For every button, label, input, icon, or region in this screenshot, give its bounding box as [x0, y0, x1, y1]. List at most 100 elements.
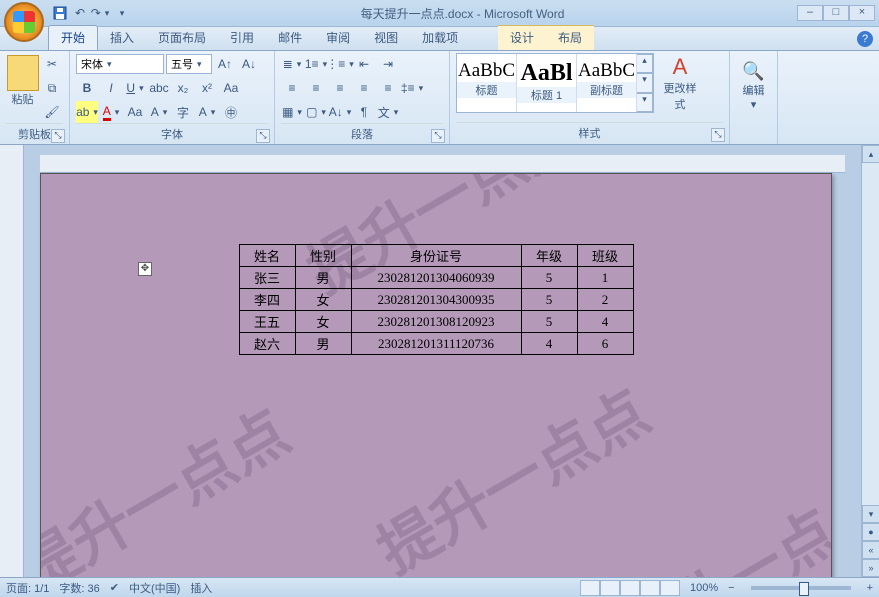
- align-left-button[interactable]: ≡: [281, 77, 303, 99]
- document-viewport[interactable]: 提升一点点 提升一点点 提升一点点 提升一点点 ✥ 姓名 性别 身份证号 年级 …: [24, 145, 861, 577]
- paste-button[interactable]: 粘贴: [6, 53, 39, 107]
- header-id[interactable]: 身份证号: [351, 245, 521, 267]
- qat-more-icon[interactable]: [112, 5, 128, 21]
- change-case-button[interactable]: Aa: [124, 101, 146, 123]
- zoom-out-button[interactable]: −: [728, 582, 734, 594]
- help-icon[interactable]: ?: [857, 31, 873, 47]
- underline-button[interactable]: U: [124, 77, 146, 99]
- zoom-level[interactable]: 100%: [690, 582, 718, 594]
- header-class[interactable]: 班级: [577, 245, 633, 267]
- tab-references[interactable]: 引用: [218, 26, 266, 50]
- minimize-button[interactable]: –: [797, 5, 823, 21]
- styles-gallery[interactable]: AaBbC标题 AaBl标题 1 AaBbC副标题 ▴▾▾: [456, 53, 654, 113]
- bullets-button[interactable]: ≣: [281, 53, 303, 75]
- font-family-select[interactable]: 宋体: [76, 54, 164, 74]
- vertical-ruler[interactable]: [0, 145, 24, 577]
- dialog-launcher-icon[interactable]: ⤡: [711, 128, 725, 142]
- table-move-handle-icon[interactable]: ✥: [138, 262, 152, 276]
- format-painter-icon[interactable]: 🖌: [41, 101, 63, 123]
- multilevel-list-button[interactable]: ⋮≡: [329, 53, 351, 75]
- next-page-icon[interactable]: »: [862, 559, 879, 577]
- cut-icon[interactable]: ✂: [41, 53, 63, 75]
- tab-addins[interactable]: 加载项: [410, 26, 470, 50]
- strike-button[interactable]: abc: [148, 77, 170, 99]
- copy-icon[interactable]: ⧉: [41, 77, 63, 99]
- show-marks-button[interactable]: ¶: [353, 101, 375, 123]
- phonetic-guide-button[interactable]: 字: [172, 101, 194, 123]
- char-shading-button[interactable]: A: [196, 101, 218, 123]
- restore-button[interactable]: □: [823, 5, 849, 21]
- distribute-button[interactable]: ≡: [377, 77, 399, 99]
- change-styles-button[interactable]: A 更改样式: [660, 54, 700, 112]
- grow-font-icon[interactable]: A↑: [214, 53, 236, 75]
- font-size-select[interactable]: 五号: [166, 54, 212, 74]
- header-gender[interactable]: 性别: [295, 245, 351, 267]
- text-direction-button[interactable]: 文: [377, 101, 399, 123]
- table-row: 姓名 性别 身份证号 年级 班级: [239, 245, 633, 267]
- italic-button[interactable]: I: [100, 77, 122, 99]
- enclose-char-button[interactable]: ㊥: [220, 101, 242, 123]
- zoom-in-button[interactable]: +: [867, 582, 873, 594]
- style-item-heading1[interactable]: AaBl标题 1: [517, 54, 577, 112]
- prev-page-icon[interactable]: «: [862, 541, 879, 559]
- save-icon[interactable]: [52, 5, 68, 21]
- browse-object-icon[interactable]: ●: [862, 523, 879, 541]
- tab-table-design[interactable]: 设计: [498, 25, 546, 50]
- line-spacing-button[interactable]: ‡≡: [401, 77, 423, 99]
- status-spellcheck-icon[interactable]: ✔: [110, 581, 119, 594]
- numbering-button[interactable]: 1≡: [305, 53, 327, 75]
- dialog-launcher-icon[interactable]: ⤡: [431, 129, 445, 143]
- vertical-scrollbar[interactable]: ▴ ▾ ● « »: [861, 145, 879, 577]
- dialog-launcher-icon[interactable]: ⤡: [51, 129, 65, 143]
- justify-button[interactable]: ≡: [353, 77, 375, 99]
- outline-view-button[interactable]: [640, 580, 660, 596]
- header-name[interactable]: 姓名: [239, 245, 295, 267]
- shading-button[interactable]: ▦: [281, 101, 303, 123]
- scroll-down-icon[interactable]: ▾: [862, 505, 879, 523]
- font-color-button[interactable]: A: [100, 101, 122, 123]
- clear-format-icon[interactable]: Aa: [220, 77, 242, 99]
- status-language[interactable]: 中文(中国): [129, 580, 180, 596]
- char-border-button[interactable]: A: [148, 101, 170, 123]
- tab-table-layout[interactable]: 布局: [546, 25, 594, 50]
- sort-button[interactable]: A↓: [329, 101, 351, 123]
- zoom-slider[interactable]: [751, 586, 851, 590]
- undo-icon[interactable]: ↶: [72, 5, 88, 21]
- document-table[interactable]: 姓名 性别 身份证号 年级 班级 张三男23028120130406093951…: [239, 244, 634, 355]
- header-grade[interactable]: 年级: [521, 245, 577, 267]
- status-words[interactable]: 字数: 36: [59, 580, 99, 596]
- decrease-indent-button[interactable]: ⇤: [353, 53, 375, 75]
- style-item-title[interactable]: AaBbC标题: [457, 54, 517, 112]
- redo-icon[interactable]: ↷: [92, 5, 108, 21]
- tab-start[interactable]: 开始: [48, 25, 98, 50]
- align-right-button[interactable]: ≡: [329, 77, 351, 99]
- tab-page-layout[interactable]: 页面布局: [146, 26, 218, 50]
- horizontal-ruler[interactable]: [40, 155, 845, 173]
- web-layout-view-button[interactable]: [620, 580, 640, 596]
- bold-button[interactable]: B: [76, 77, 98, 99]
- office-button[interactable]: [4, 2, 44, 42]
- borders-button[interactable]: ▢: [305, 101, 327, 123]
- superscript-button[interactable]: x²: [196, 77, 218, 99]
- tab-review[interactable]: 审阅: [314, 26, 362, 50]
- tab-mailings[interactable]: 邮件: [266, 26, 314, 50]
- increase-indent-button[interactable]: ⇥: [377, 53, 399, 75]
- page[interactable]: 提升一点点 提升一点点 提升一点点 提升一点点 ✥ 姓名 性别 身份证号 年级 …: [40, 173, 832, 577]
- full-screen-view-button[interactable]: [600, 580, 620, 596]
- subscript-button[interactable]: x₂: [172, 77, 194, 99]
- tab-view[interactable]: 视图: [362, 26, 410, 50]
- dialog-launcher-icon[interactable]: ⤡: [256, 129, 270, 143]
- tab-insert[interactable]: 插入: [98, 26, 146, 50]
- print-layout-view-button[interactable]: [580, 580, 600, 596]
- scroll-up-icon[interactable]: ▴: [862, 145, 879, 163]
- status-page[interactable]: 页面: 1/1: [6, 580, 49, 596]
- highlight-color-button[interactable]: ab: [76, 101, 98, 123]
- find-button[interactable]: 🔍 编辑 ▾: [736, 53, 771, 111]
- style-item-subtitle[interactable]: AaBbC副标题: [577, 54, 637, 112]
- close-button[interactable]: ×: [849, 5, 875, 21]
- draft-view-button[interactable]: [660, 580, 680, 596]
- status-mode[interactable]: 插入: [190, 580, 212, 596]
- align-center-button[interactable]: ≡: [305, 77, 327, 99]
- shrink-font-icon[interactable]: A↓: [238, 53, 260, 75]
- gallery-scroll[interactable]: ▴▾▾: [637, 54, 653, 112]
